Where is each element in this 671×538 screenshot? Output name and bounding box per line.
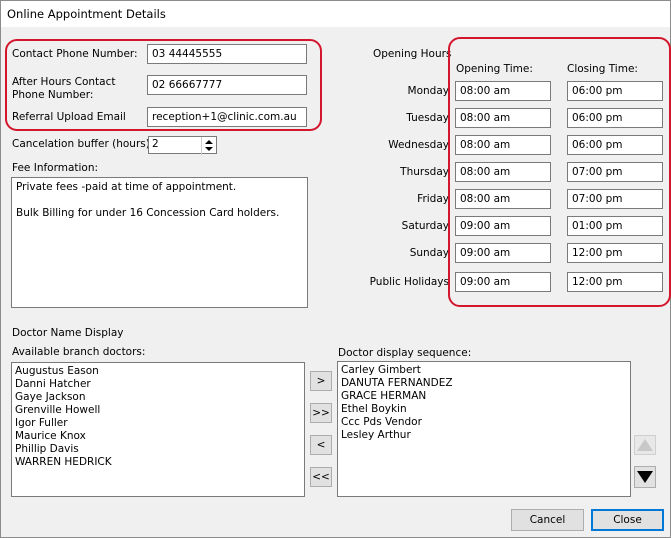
opening-hours-label: Opening Hours bbox=[373, 48, 452, 60]
list-item[interactable]: Phillip Davis bbox=[15, 443, 301, 456]
spin-up-icon[interactable] bbox=[205, 140, 213, 144]
list-item[interactable]: Augustus Eason bbox=[15, 365, 301, 378]
day-label-0: Monday bbox=[407, 85, 449, 97]
fee-info-label: Fee Information: bbox=[12, 162, 99, 174]
hours-highlight bbox=[448, 37, 671, 307]
cancelation-buffer-spinner[interactable]: 2 bbox=[148, 136, 217, 155]
list-item[interactable]: Danni Hatcher bbox=[15, 378, 301, 391]
spin-down-icon[interactable] bbox=[205, 147, 213, 151]
contact-highlight bbox=[5, 39, 322, 131]
move-left-button[interactable]: < bbox=[310, 435, 332, 455]
list-item[interactable]: Maurice Knox bbox=[15, 430, 301, 443]
display-sequence-list[interactable]: Carley Gimbert DANUTA FERNANDEZ GRACE HERM… bbox=[337, 361, 631, 497]
day-label-2: Wednesday bbox=[388, 139, 449, 151]
close-button[interactable]: Close bbox=[591, 509, 664, 531]
cancelation-buffer-label: Cancelation buffer (hours) bbox=[12, 138, 150, 150]
fee-info-line1: Private fees -paid at time of appointmen… bbox=[16, 181, 237, 193]
available-doctors-list[interactable]: Augustus Eason Danni Hatcher Gaye Jackson G… bbox=[11, 362, 305, 497]
cancel-button[interactable]: Cancel bbox=[511, 509, 584, 531]
title-bar: Online Appointment Details bbox=[1, 1, 670, 27]
list-item[interactable]: Ccc Pds Vendor bbox=[341, 416, 627, 429]
fee-info-line2: Bulk Billing for under 16 Concession Car… bbox=[16, 207, 280, 219]
arrow-down-icon bbox=[637, 471, 653, 483]
day-label-7: Public Holidays bbox=[369, 276, 449, 288]
day-label-3: Thursday bbox=[400, 166, 449, 178]
day-label-6: Sunday bbox=[409, 247, 449, 259]
day-label-4: Friday bbox=[417, 193, 449, 205]
move-up-button[interactable] bbox=[634, 435, 656, 455]
spinner-buttons[interactable] bbox=[201, 137, 216, 155]
move-down-button[interactable] bbox=[634, 466, 656, 488]
move-all-right-button[interactable]: >> bbox=[310, 403, 332, 423]
day-label-5: Saturday bbox=[401, 220, 449, 232]
day-label-1: Tuesday bbox=[406, 112, 449, 124]
list-item[interactable]: Ethel Boykin bbox=[341, 403, 627, 416]
list-item[interactable]: WARREN HEDRICK bbox=[15, 456, 301, 469]
available-doctors-label: Available branch doctors: bbox=[12, 346, 146, 358]
list-item[interactable]: GRACE HERMAN bbox=[341, 390, 627, 403]
list-item[interactable]: DANUTA FERNANDEZ bbox=[341, 377, 627, 390]
arrow-up-icon bbox=[637, 439, 653, 451]
list-item[interactable]: Grenville Howell bbox=[15, 404, 301, 417]
doctor-display-label: Doctor Name Display bbox=[12, 327, 124, 339]
move-right-button[interactable]: > bbox=[310, 371, 332, 391]
fee-info-textarea[interactable]: Private fees -paid at time of appointmen… bbox=[11, 177, 308, 308]
dialog-window: Online Appointment Details Contact Phone… bbox=[0, 0, 671, 538]
list-item[interactable]: Lesley Arthur bbox=[341, 429, 627, 442]
list-item[interactable]: Gaye Jackson bbox=[15, 391, 301, 404]
list-item[interactable]: Igor Fuller bbox=[15, 417, 301, 430]
move-all-left-button[interactable]: << bbox=[310, 467, 332, 487]
display-sequence-label: Doctor display sequence: bbox=[338, 347, 472, 359]
list-item[interactable]: Carley Gimbert bbox=[341, 364, 627, 377]
cancelation-buffer-value: 2 bbox=[152, 138, 159, 150]
window-title: Online Appointment Details bbox=[7, 7, 166, 21]
